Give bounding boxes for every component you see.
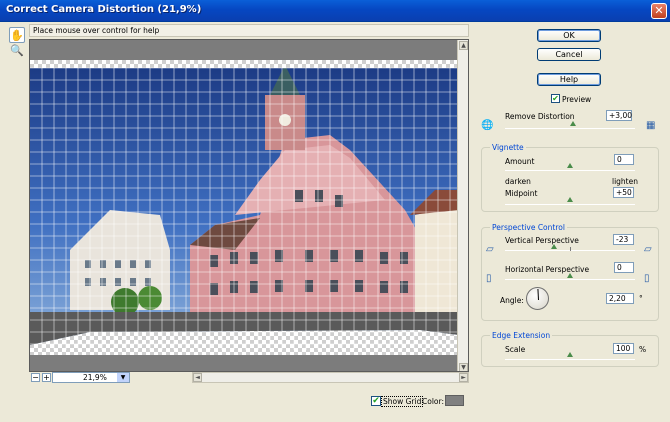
remove-distortion-field[interactable]: +3,00	[606, 110, 632, 121]
window-title: Correct Camera Distortion (21,9%)	[6, 4, 202, 15]
angle-field[interactable]: 2,20	[606, 293, 634, 304]
scale-slider[interactable]	[567, 352, 573, 357]
zoom-bar: − + 21,9% ▼ ◄ ►	[29, 372, 469, 383]
amount-track[interactable]	[505, 170, 635, 171]
midpoint-track[interactable]	[505, 204, 635, 205]
grid-distortion-icon: ▦	[646, 120, 656, 131]
darken-label: darken	[505, 177, 531, 186]
scroll-left-icon[interactable]: ◄	[193, 373, 202, 382]
grid-color-label: Color:	[422, 397, 444, 406]
horizontal-perspective-track[interactable]	[505, 279, 635, 280]
ok-button[interactable]: OK	[537, 29, 601, 42]
vertical-perspective-slider[interactable]	[551, 244, 558, 249]
midpoint-field[interactable]: +50	[613, 187, 634, 198]
angle-dial-needle	[537, 288, 539, 301]
image-preview[interactable]: ▲ ▼	[29, 39, 469, 372]
preview-checkbox[interactable]: ✔	[551, 94, 560, 103]
scale-track[interactable]	[505, 359, 635, 360]
vertical-perspective-label: Vertical Perspective	[505, 236, 579, 245]
preview-label[interactable]: Preview	[562, 95, 591, 104]
edge-extension-title: Edge Extension	[490, 331, 553, 340]
vertical-perspective-field[interactable]: -23	[613, 234, 634, 245]
help-button[interactable]: Help	[537, 73, 601, 86]
horizontal-perspective-left-icon: ▯	[486, 273, 492, 284]
angle-dial[interactable]	[526, 287, 549, 310]
vertical-perspective-left-icon: ▱	[486, 244, 494, 255]
show-grid-label[interactable]: Show Grid	[381, 396, 424, 407]
zoom-in-button[interactable]: +	[42, 373, 51, 382]
help-text: Place mouse over control for help	[29, 24, 469, 37]
zoom-level-value: 21,9%	[83, 373, 107, 382]
scale-label: Scale	[505, 345, 526, 354]
chevron-down-icon[interactable]: ▼	[117, 373, 129, 382]
horizontal-perspective-right-icon: ▯	[644, 273, 650, 284]
horizontal-perspective-field[interactable]: 0	[614, 262, 634, 273]
scale-field[interactable]: 100	[613, 343, 634, 354]
angle-unit: °	[639, 294, 643, 303]
grid-color-swatch[interactable]	[445, 395, 464, 406]
perspective-title: Perspective Control	[490, 223, 567, 232]
vertical-scrollbar[interactable]: ▲ ▼	[457, 40, 468, 371]
amount-slider[interactable]	[567, 163, 573, 168]
horizontal-scrollbar[interactable]: ◄ ►	[192, 372, 469, 383]
lighten-label: lighten	[612, 177, 638, 186]
remove-distortion-slider[interactable]	[569, 121, 576, 126]
vignette-title: Vignette	[490, 143, 526, 152]
vertical-perspective-center-tick	[570, 247, 571, 251]
zoom-level-select[interactable]: 21,9% ▼	[52, 372, 130, 383]
amount-label: Amount	[505, 157, 535, 166]
horizontal-perspective-label: Horizontal Perspective	[505, 265, 590, 274]
remove-distortion-track[interactable]	[505, 128, 635, 129]
amount-field[interactable]: 0	[614, 154, 634, 165]
globe-icon: 🌐	[481, 120, 494, 131]
angle-label: Angle:	[500, 296, 524, 305]
scroll-down-icon[interactable]: ▼	[459, 363, 468, 371]
close-icon[interactable]: ✕	[651, 3, 667, 19]
midpoint-slider[interactable]	[567, 197, 573, 202]
scroll-right-icon[interactable]: ►	[459, 373, 468, 382]
remove-distortion-label: Remove Distortion	[505, 112, 575, 121]
horizontal-perspective-slider[interactable]	[567, 273, 573, 278]
cancel-button[interactable]: Cancel	[537, 48, 601, 61]
zoom-out-button[interactable]: −	[31, 373, 40, 382]
title-bar: Correct Camera Distortion (21,9%) ✕	[0, 0, 670, 22]
vertical-perspective-right-icon: ▱	[644, 244, 652, 255]
preview-canvas[interactable]	[30, 40, 459, 371]
midpoint-label: Midpoint	[505, 189, 538, 198]
zoom-tool-icon[interactable]: 🔍	[9, 43, 25, 59]
scroll-up-icon[interactable]: ▲	[459, 41, 468, 50]
scale-unit: %	[639, 345, 647, 354]
photo-with-grid	[30, 60, 459, 355]
show-grid-checkbox[interactable]: ✔	[371, 396, 381, 406]
hand-tool-icon[interactable]: ✋	[9, 27, 25, 43]
